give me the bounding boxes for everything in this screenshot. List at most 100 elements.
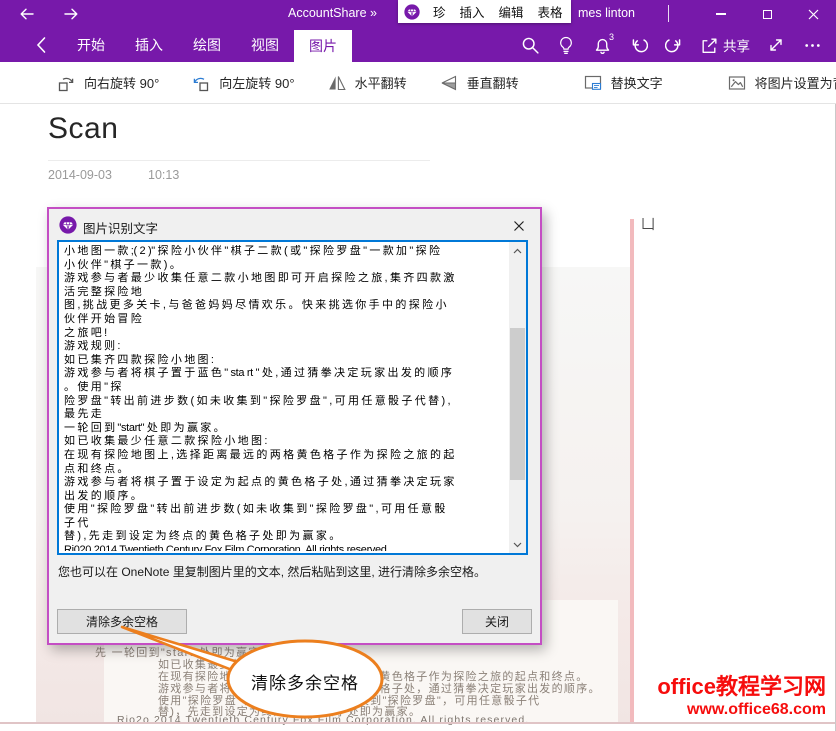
full-screen-button[interactable] xyxy=(758,28,794,62)
toolbar-rotate-left[interactable]: 向左旋转 90° xyxy=(191,73,294,93)
tab-开始[interactable]: 开始 xyxy=(62,28,120,62)
tips-button[interactable] xyxy=(548,28,584,62)
tab-视图[interactable]: 视图 xyxy=(236,28,294,62)
toolbar-rotate-right[interactable]: 向右旋转 90° xyxy=(56,73,159,93)
toolbar-alt-text[interactable]: 替换文字 xyxy=(583,73,663,93)
redo-button[interactable] xyxy=(656,28,692,62)
ocr-line: 活 完 整 探 险 地 xyxy=(64,286,506,300)
ocr-line: 。 使 用 " 探 xyxy=(64,381,506,395)
minimize-button[interactable] xyxy=(698,0,744,28)
back-arrow-icon xyxy=(18,5,36,23)
rotate-right-icon xyxy=(56,73,76,93)
set-background-icon xyxy=(727,73,747,93)
textarea-scrollbar[interactable] xyxy=(509,242,526,553)
forward-arrow-button[interactable] xyxy=(56,3,86,25)
share-button[interactable]: 共享 xyxy=(692,28,758,62)
dialog-title: 图片识别文字 xyxy=(83,218,158,237)
dialog-close-button[interactable] xyxy=(511,218,527,234)
popup-menu-item-2[interactable]: 编辑 xyxy=(499,2,524,21)
close-icon xyxy=(513,220,525,232)
picture-toolbar: 向右旋转 90° 向左旋转 90° 水平翻转 垂直翻转 替换文字 将图片设置为背景 xyxy=(0,62,836,104)
more-options-button[interactable] xyxy=(794,28,830,62)
redo-icon xyxy=(665,36,684,55)
clean-spaces-button[interactable]: 清除多余空格 xyxy=(57,609,187,634)
titlebar-separator xyxy=(668,5,669,22)
ocr-line: 小 伙 伴 " 棋 子 一 款 ) 。 xyxy=(64,259,506,273)
close-dialog-button[interactable]: 关闭 xyxy=(462,609,532,634)
signed-in-user: mes linton xyxy=(578,6,635,20)
tab-插入[interactable]: 插入 xyxy=(120,28,178,62)
ocr-line: 一 轮 回 到 "start" 处 即 为 赢 家 。 xyxy=(64,422,506,436)
search-button[interactable] xyxy=(512,28,548,62)
close-icon xyxy=(808,9,819,20)
toolbar-label: 水平翻转 xyxy=(355,73,407,92)
stray-ocr-text: 凵 xyxy=(641,214,655,234)
ocr-line: 使 用 " 探 险 罗 盘 " 转 出 前 进 步 数 ( 如 未 收 集 到 … xyxy=(64,503,506,517)
ocr-line: 小 地 图 一 款 ;( 2 )" 探 险 小 伙 伴 " 棋 子 二 款 ( … xyxy=(64,245,506,259)
ocr-line: 如 已 集 齐 四 款 探 险 小 地 图 : xyxy=(64,354,506,368)
page-time: 10:13 xyxy=(148,168,179,182)
watermark-url: www.office68.com xyxy=(657,700,826,720)
ocr-line: 点 和 终 点 。 xyxy=(64,463,506,477)
window-title: AccountShare » xyxy=(288,6,377,20)
notification-count-badge: 3 xyxy=(609,32,614,42)
rotate-left-icon xyxy=(191,73,211,93)
ocr-line: Ri020 2014 Twentieth Century Fox Film Co… xyxy=(64,544,506,551)
watermark-site-name: office教程学习网 xyxy=(657,674,826,700)
share-icon xyxy=(700,36,719,55)
ribbon-back-button[interactable] xyxy=(34,35,48,60)
scanned-text-line: Rio2o 2014 Twentieth Century Fox Film Co… xyxy=(117,714,529,726)
toolbar-label: 垂直翻转 xyxy=(467,73,519,92)
ocr-text-content[interactable]: 小 地 图 一 款 ;( 2 )" 探 险 小 伙 伴 " 棋 子 二 款 ( … xyxy=(64,245,506,551)
dialog-hint-text: 您也可以在 OneNote 里复制图片里的文本, 然后粘贴到这里, 进行清除多余… xyxy=(58,563,486,580)
notifications-button[interactable]: 3 xyxy=(584,28,620,62)
page-edge-vertical xyxy=(630,219,634,723)
ocr-line: 子 代 xyxy=(64,517,506,531)
minimize-icon xyxy=(716,13,726,15)
page-title[interactable]: Scan xyxy=(48,112,118,146)
ribbon-tabs: 开始插入绘图视图图片 xyxy=(62,28,352,62)
popup-menu-item-0[interactable]: 珍 xyxy=(433,2,446,21)
ocr-textarea[interactable]: 小 地 图 一 款 ;( 2 )" 探 险 小 伙 伴 " 棋 子 二 款 ( … xyxy=(57,240,528,555)
ocr-line: 游 戏 规 则 : xyxy=(64,340,506,354)
tab-图片[interactable]: 图片 xyxy=(294,30,352,62)
flip-horizontal-icon xyxy=(327,73,347,93)
ocr-line: 游 戏 参 与 者 将 棋 子 置 于 蓝 色 " sta rt " 处 , 通… xyxy=(64,367,506,381)
dialog-header[interactable]: 图片识别文字 xyxy=(49,209,540,241)
ocr-line: 险 罗 盘 " 转 出 前 进 步 数 ( 如 未 收 集 到 " 探 险 罗 … xyxy=(64,395,506,409)
ocr-line: 如 已 收 集 最 少 任 意 二 款 探 险 小 地 图 : xyxy=(64,435,506,449)
popup-menu-item-1[interactable]: 插入 xyxy=(460,2,485,21)
page-date: 2014-09-03 xyxy=(48,168,112,182)
forward-arrow-icon xyxy=(62,5,80,23)
ocr-line: 之 旅 吧 ! xyxy=(64,327,506,341)
ellipsis-icon xyxy=(803,36,822,55)
title-underline xyxy=(48,160,430,161)
toolbar-label: 向右旋转 90° xyxy=(84,73,159,92)
scroll-up-button[interactable] xyxy=(509,242,526,259)
scrollbar-thumb[interactable] xyxy=(510,328,525,480)
back-arrow-button[interactable] xyxy=(12,3,42,25)
ocr-line: 在 现 有 探 险 地 图 上 , 选 择 距 离 最 远 的 两 格 黄 色 … xyxy=(64,449,506,463)
floating-menu-popup: 珍插入编辑表格 xyxy=(398,0,571,23)
toolbar-flip-vertical[interactable]: 垂直翻转 xyxy=(439,73,519,93)
lightbulb-icon xyxy=(557,36,575,55)
ocr-line: 图 , 挑 战 更 多 关 卡 , 与 爸 爸 妈 妈 尽 情 欢 乐 。 快 … xyxy=(64,299,506,313)
alt-text-icon xyxy=(583,73,603,93)
tab-绘图[interactable]: 绘图 xyxy=(178,28,236,62)
gem-icon xyxy=(404,4,420,20)
flip-vertical-icon xyxy=(439,73,459,93)
gem-icon xyxy=(59,216,77,239)
toolbar-label: 替换文字 xyxy=(611,73,663,92)
toolbar-flip-horizontal[interactable]: 水平翻转 xyxy=(327,73,407,93)
scroll-down-button[interactable] xyxy=(509,536,526,553)
chevron-left-icon xyxy=(34,35,48,55)
chevron-up-icon xyxy=(513,248,522,254)
undo-button[interactable] xyxy=(620,28,656,62)
share-label: 共享 xyxy=(723,35,750,55)
close-window-button[interactable] xyxy=(790,0,836,28)
toolbar-set-background[interactable]: 将图片设置为背景 xyxy=(727,73,836,93)
ocr-line: 出 发 的 顺 序 。 xyxy=(64,490,506,504)
popup-menu-item-3[interactable]: 表格 xyxy=(538,2,563,21)
maximize-button[interactable] xyxy=(744,0,790,28)
search-icon xyxy=(521,36,540,55)
